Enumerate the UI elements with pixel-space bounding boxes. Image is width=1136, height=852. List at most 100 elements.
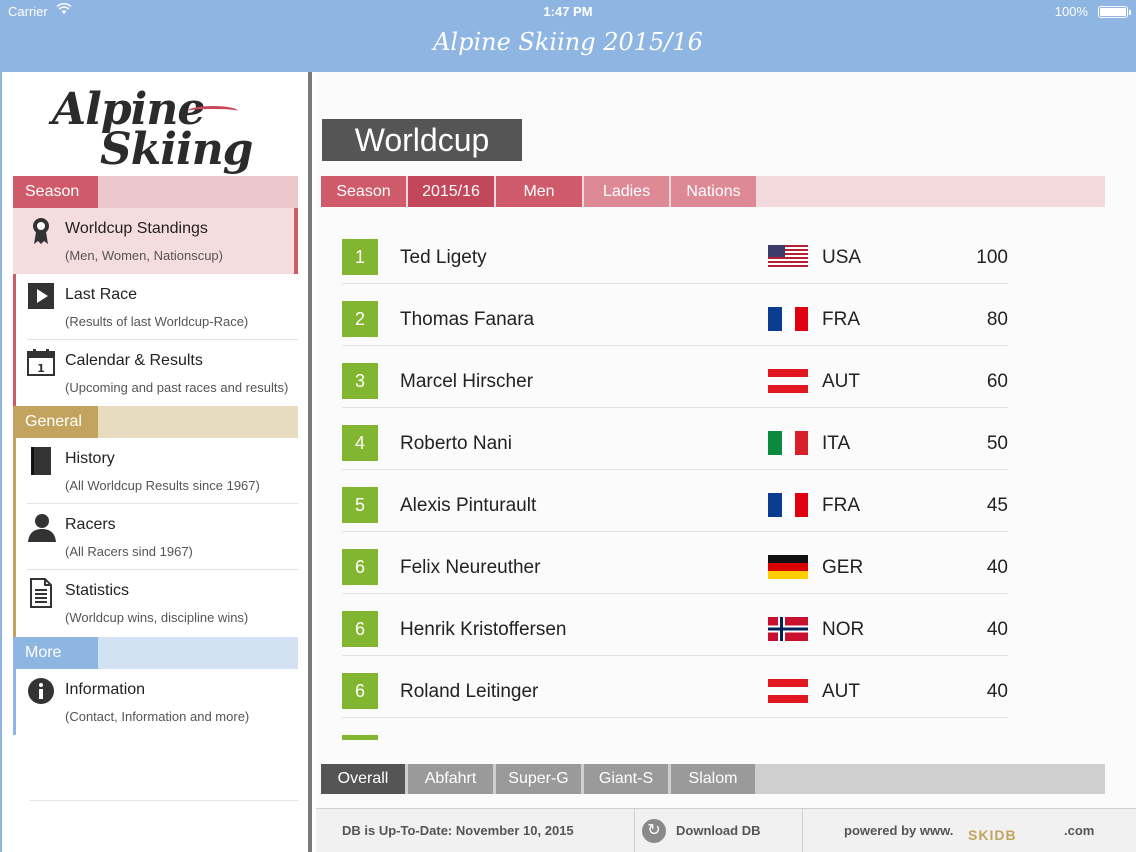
document-icon <box>27 578 55 608</box>
racer-name: Henrik Kristoffersen <box>400 619 567 640</box>
sidebar-item-title: Calendar & Results <box>65 352 203 369</box>
table-row[interactable]: 1 Ted Ligety USA 100 <box>342 222 1008 284</box>
racer-name: Roberto Nani <box>400 433 512 454</box>
divider <box>634 809 635 852</box>
svg-text:1: 1 <box>37 362 45 375</box>
sidebar-item-subtitle: (Results of last Worldcup-Race) <box>65 314 249 329</box>
sidebar-item-title: Worldcup Standings <box>65 220 208 237</box>
tab-season[interactable]: Season <box>321 176 406 207</box>
sidebar-item-history[interactable]: History (All Worldcup Results since 1967… <box>13 438 298 504</box>
italy-flag-icon <box>768 431 808 455</box>
domain-suffix: .com <box>1064 823 1095 838</box>
main-content: Worldcup Season 2015/16 Men Ladies Natio… <box>316 72 1136 852</box>
sidebar-item-title: Statistics <box>65 582 130 599</box>
points: 100 <box>976 247 1008 268</box>
country-code: GER <box>822 557 864 578</box>
sidebar-item-subtitle: (Men, Women, Nationscup) <box>65 248 223 263</box>
racer-name: Ted Ligety <box>400 247 487 268</box>
page-title: Worldcup <box>322 119 522 161</box>
table-row[interactable]: 5 Alexis Pinturault FRA 45 <box>342 470 1008 532</box>
rank-badge: 3 <box>342 363 378 399</box>
battery-percent: 100% <box>1054 4 1088 19</box>
top-bar: Carrier 1:47 PM 100% Alpine Skiing 2015/… <box>0 0 1136 72</box>
country-code: AUT <box>822 371 860 392</box>
racer-name: Marcel Hirscher <box>400 371 534 392</box>
tab-season-year[interactable]: 2015/16 <box>408 176 494 207</box>
points: 40 <box>986 619 1008 640</box>
sidebar: Alpine Skiing Season Worldcup Standings … <box>0 72 312 852</box>
tab-men[interactable]: Men <box>496 176 582 207</box>
country-code: NOR <box>822 619 865 640</box>
play-icon <box>27 282 55 310</box>
rank-badge: 5 <box>342 487 378 523</box>
sidebar-item-worldcup-standings[interactable]: Worldcup Standings (Men, Women, Nationsc… <box>13 208 298 274</box>
table-row[interactable]: 6 Henrik Kristoffersen NOR 40 <box>342 594 1008 656</box>
book-icon <box>27 446 55 475</box>
person-icon <box>27 512 56 542</box>
status-bar: Carrier 1:47 PM 100% <box>0 0 1136 24</box>
calendar-icon: 1 <box>27 348 55 376</box>
germany-flag-icon <box>768 555 808 579</box>
tab-slalom[interactable]: Slalom <box>671 764 755 794</box>
points: 45 <box>986 495 1008 516</box>
table-row[interactable]: 6 Felix Neureuther GER 40 <box>342 532 1008 594</box>
points: 60 <box>986 371 1008 392</box>
table-row[interactable]: 2 Thomas Fanara FRA 80 <box>342 284 1008 346</box>
tab-abfahrt[interactable]: Abfahrt <box>408 764 493 794</box>
sidebar-item-racers[interactable]: Racers (All Racers sind 1967) <box>13 504 298 570</box>
app-logo: Alpine Skiing <box>48 84 253 180</box>
section-header-season: Season <box>13 176 298 208</box>
sidebar-item-title: Information <box>65 681 146 698</box>
logo-line-2: Skiing <box>100 124 253 175</box>
standings-list: 1 Ted Ligety USA 100 2 Thomas Fanara FRA… <box>342 222 1008 740</box>
rank-badge: 6 <box>342 673 378 709</box>
tab-overall[interactable]: Overall <box>321 764 405 794</box>
filter-tabs: Season 2015/16 Men Ladies Nations <box>321 176 1105 207</box>
sidebar-item-calendar-results[interactable]: 1 Calendar & Results (Upcoming and past … <box>13 340 298 406</box>
battery-icon <box>1098 6 1131 18</box>
usa-flag-icon <box>768 245 808 269</box>
discipline-tabs: Overall Abfahrt Super-G Giant-S Slalom <box>321 764 1105 794</box>
sidebar-item-statistics[interactable]: Statistics (Worldcup wins, discipline wi… <box>13 570 298 636</box>
racer-name: Roland Leitinger <box>400 681 539 702</box>
table-row[interactable]: 3 Marcel Hirscher AUT 60 <box>342 346 1008 408</box>
skidb-logo[interactable]: SKIDB <box>968 827 1017 843</box>
country-code: AUT <box>822 681 860 702</box>
racer-name: Thomas Fanara <box>400 309 535 330</box>
sidebar-item-title: Last Race <box>65 286 138 303</box>
refresh-icon[interactable]: ↻ <box>642 819 666 843</box>
racer-name: Alexis Pinturault <box>400 495 537 516</box>
rank-badge: 6 <box>342 549 378 585</box>
rank-badge: 1 <box>342 239 378 275</box>
table-row[interactable]: 6 Roland Leitinger AUT 40 <box>342 656 1008 718</box>
sidebar-item-subtitle: (Upcoming and past races and results) <box>65 380 289 395</box>
table-row-partial[interactable] <box>342 718 1008 740</box>
info-icon <box>27 677 55 705</box>
sidebar-item-information[interactable]: Information (Contact, Information and mo… <box>13 669 298 735</box>
tab-nations[interactable]: Nations <box>671 176 756 207</box>
section-label: Season <box>13 176 98 208</box>
country-code: USA <box>822 247 862 268</box>
section-label: More <box>13 637 98 669</box>
rank-badge <box>342 735 378 740</box>
norway-flag-icon <box>768 617 808 641</box>
country-code: FRA <box>822 495 860 516</box>
download-db-button[interactable]: Download DB <box>676 823 761 838</box>
tab-giant-slalom[interactable]: Giant-S <box>584 764 668 794</box>
tab-ladies[interactable]: Ladies <box>584 176 669 207</box>
france-flag-icon <box>768 307 808 331</box>
divider <box>30 800 298 801</box>
sidebar-item-last-race[interactable]: Last Race (Results of last Worldcup-Race… <box>13 274 298 340</box>
divider <box>802 809 803 852</box>
db-status: DB is Up-To-Date: November 10, 2015 <box>342 823 574 838</box>
logo-swoosh <box>188 106 238 116</box>
tab-super-g[interactable]: Super-G <box>496 764 581 794</box>
section-label: General <box>13 406 98 438</box>
table-row[interactable]: 4 Roberto Nani ITA 50 <box>342 408 1008 470</box>
sidebar-item-title: History <box>65 450 115 467</box>
sidebar-item-subtitle: (All Racers sind 1967) <box>65 544 193 559</box>
section-header-general: General <box>13 406 298 438</box>
powered-by-label: powered by www. <box>844 823 954 838</box>
sidebar-item-subtitle: (Worldcup wins, discipline wins) <box>65 610 249 625</box>
clock: 1:47 PM <box>543 4 593 19</box>
